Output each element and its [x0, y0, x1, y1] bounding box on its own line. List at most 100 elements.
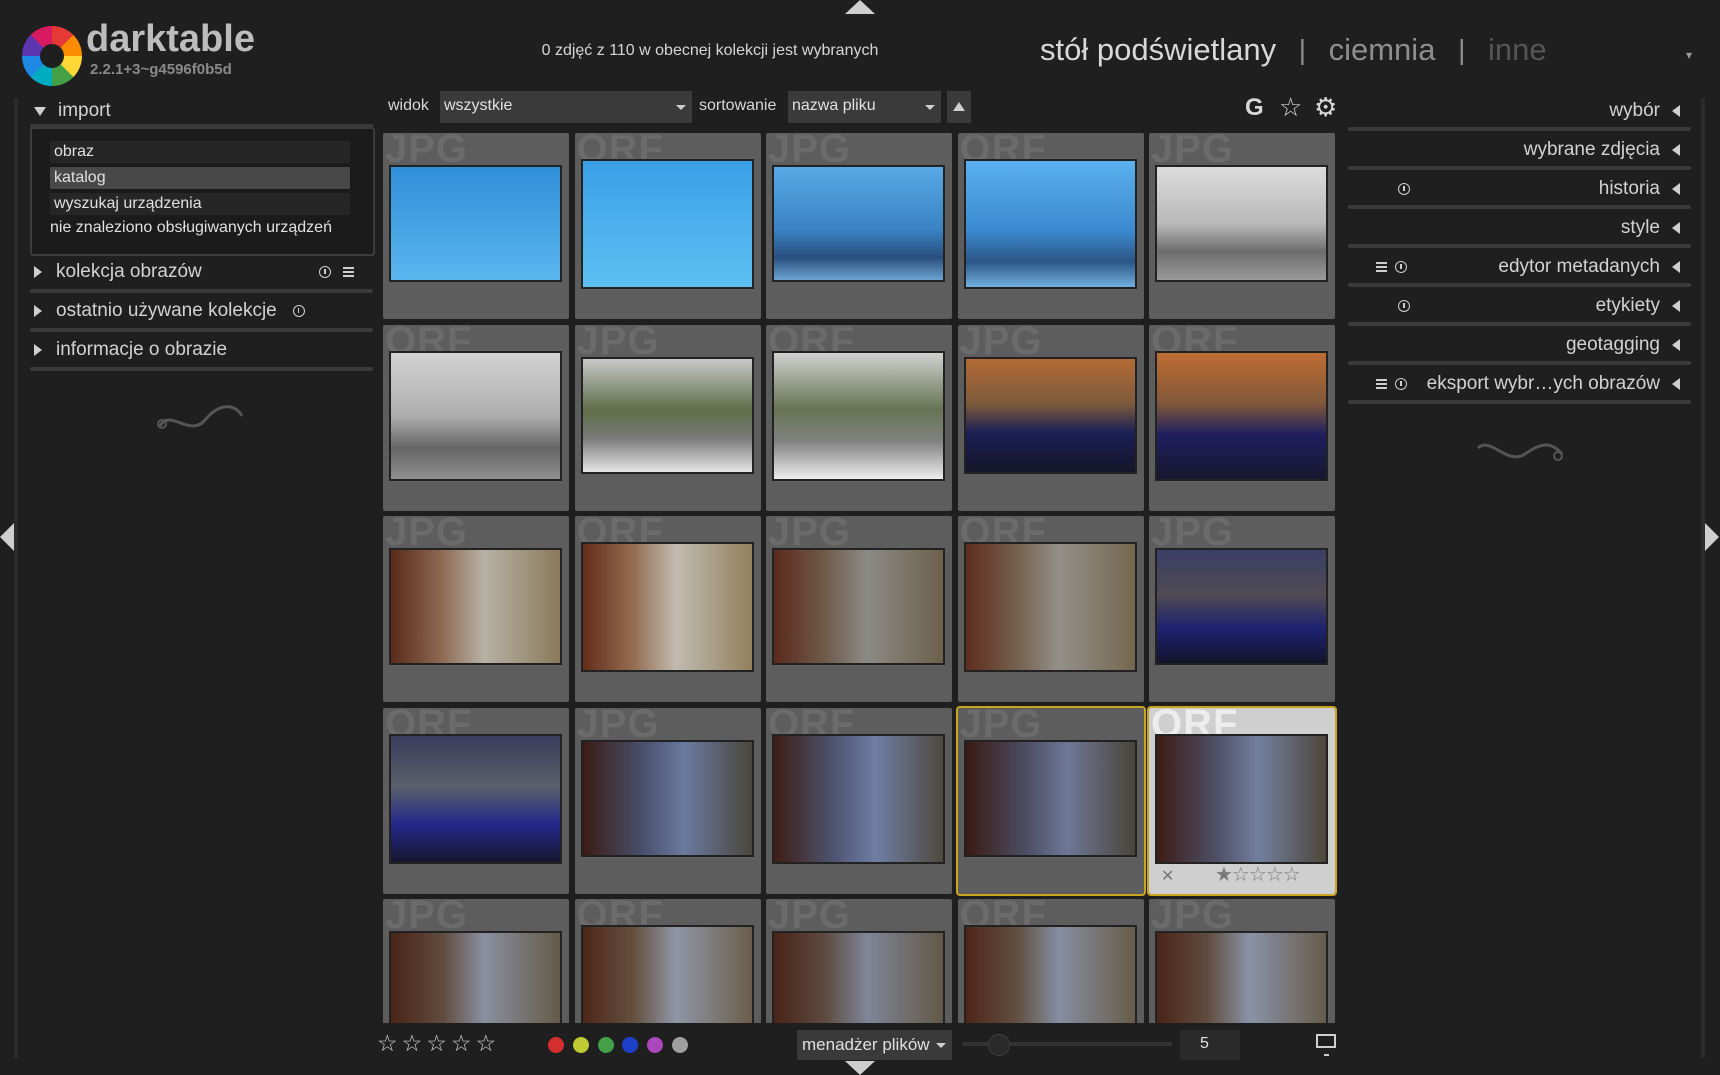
- view-other[interactable]: inne: [1488, 32, 1547, 68]
- thumbnail-image[interactable]: [1155, 733, 1328, 864]
- image-information-module-header[interactable]: informacje o obrazie: [34, 339, 227, 361]
- collections-module-header[interactable]: kolekcja obrazów: [34, 261, 354, 283]
- presets-icon[interactable]: [1376, 262, 1387, 272]
- thumbnail-cell[interactable]: JPG: [1149, 516, 1335, 702]
- thumbnail-image[interactable]: [580, 542, 754, 672]
- thumbnail-image[interactable]: [772, 548, 945, 665]
- tagging-module-header[interactable]: etykiety: [1350, 295, 1680, 317]
- thumbnail-image[interactable]: [772, 350, 945, 481]
- thumbnail-cell[interactable]: ORF: [957, 133, 1144, 319]
- thumbnail-image[interactable]: [772, 165, 945, 282]
- thumbnail-image[interactable]: [580, 925, 754, 1023]
- import-folder-button[interactable]: katalog: [50, 167, 350, 189]
- export-module-header[interactable]: eksport wybr…ych obrazów: [1350, 373, 1680, 395]
- zoom-slider-handle[interactable]: [988, 1034, 1010, 1056]
- thumbnail-image[interactable]: [389, 931, 562, 1023]
- thumbnail-image[interactable]: [963, 739, 1137, 857]
- thumbnail-cell[interactable]: JPG: [383, 133, 569, 319]
- sort-select[interactable]: nazwa pliku: [788, 91, 941, 123]
- thumbnail-cell[interactable]: JPG: [957, 324, 1144, 511]
- rating-filter-stars[interactable]: ☆☆☆☆☆: [377, 1030, 500, 1057]
- thumbnail-cell[interactable]: ORF: [957, 899, 1144, 1023]
- reset-icon[interactable]: [292, 305, 305, 317]
- overlays-star-icon[interactable]: ☆: [1279, 92, 1302, 123]
- reset-icon[interactable]: [319, 266, 331, 278]
- color-label-green[interactable]: [598, 1037, 614, 1053]
- thumbnail-image[interactable]: [963, 925, 1137, 1023]
- grouping-icon[interactable]: G: [1245, 94, 1264, 122]
- thumbnail-image[interactable]: [580, 159, 754, 289]
- reset-icon[interactable]: [1398, 300, 1410, 312]
- scan-devices-button[interactable]: wyszukaj urządzenia: [50, 193, 350, 215]
- import-module-header[interactable]: import: [34, 100, 111, 122]
- thumbnail-image[interactable]: [963, 542, 1137, 672]
- thumbnail-cell[interactable]: ORF: [766, 707, 952, 894]
- thumbnail-cell[interactable]: JPG: [574, 707, 761, 894]
- thumbnail-cell[interactable]: ORF: [957, 516, 1144, 702]
- color-label-red[interactable]: [548, 1037, 564, 1053]
- thumbnail-cell[interactable]: JPG: [1149, 899, 1335, 1023]
- monitor-icon[interactable]: [1316, 1034, 1336, 1056]
- thumbnail-image[interactable]: [580, 356, 754, 474]
- thumbnail-cell[interactable]: JPG: [383, 899, 569, 1023]
- thumbnail-cell[interactable]: JPG: [766, 899, 952, 1023]
- view-filter-select[interactable]: wszystkie: [440, 91, 692, 123]
- thumbnail-image[interactable]: [1155, 350, 1328, 481]
- selected-images-module-header[interactable]: wybrane zdjęcia: [1350, 139, 1680, 161]
- reset-icon[interactable]: [1395, 261, 1407, 273]
- color-label-purple[interactable]: [647, 1037, 663, 1053]
- color-label-clear[interactable]: [672, 1037, 688, 1053]
- recent-collections-module-header[interactable]: ostatnio używane kolekcje: [34, 300, 334, 322]
- thumbnail-cell[interactable]: ORF: [383, 707, 569, 894]
- right-panel-toggle-icon[interactable]: [1705, 523, 1719, 551]
- thumbnail-cell[interactable]: ORF: [1149, 324, 1335, 511]
- thumbnail-cell[interactable]: ORF: [574, 899, 761, 1023]
- thumbnail-image[interactable]: [389, 350, 562, 481]
- thumbnail-image[interactable]: [963, 356, 1137, 474]
- thumbnail-cell[interactable]: JPG: [766, 516, 952, 702]
- top-panel-toggle-icon[interactable]: [845, 0, 875, 14]
- thumbnail-rating-stars[interactable]: ★☆☆☆☆: [1215, 862, 1301, 887]
- thumbnail-image[interactable]: [1155, 548, 1328, 665]
- thumbnail-image[interactable]: [1155, 165, 1328, 282]
- sort-direction-icon[interactable]: [947, 91, 971, 123]
- bottom-panel-toggle-icon[interactable]: [845, 1061, 875, 1075]
- thumbnail-cell[interactable]: ORF: [383, 324, 569, 511]
- thumbnail-image[interactable]: [772, 733, 945, 864]
- zoom-entry[interactable]: 5: [1180, 1030, 1240, 1060]
- import-image-button[interactable]: obraz: [50, 141, 350, 163]
- thumbnail-image[interactable]: [389, 548, 562, 665]
- history-stack-module-header[interactable]: historia: [1350, 178, 1680, 200]
- thumbnail-cell[interactable]: JPG: [574, 324, 761, 511]
- thumbnail-image[interactable]: [1155, 931, 1328, 1023]
- thumbnail-image[interactable]: [389, 733, 562, 864]
- thumbnail-cell[interactable]: JPG: [1149, 133, 1335, 319]
- view-darkroom[interactable]: ciemnia: [1329, 32, 1436, 68]
- thumbnail-cell[interactable]: ORF: [574, 516, 761, 702]
- select-module-header[interactable]: wybór: [1350, 100, 1680, 122]
- thumbnail-cell[interactable]: JPG: [383, 516, 569, 702]
- metadata-editor-module-header[interactable]: edytor metadanych: [1350, 256, 1680, 278]
- reset-icon[interactable]: [1398, 183, 1410, 195]
- thumbnail-image[interactable]: [389, 165, 562, 282]
- thumbnail-grid[interactable]: JPG ORF JPG ORF JPG ORF JPG ORF JPG ORF JPG ORF JPG O…: [383, 133, 1337, 1023]
- reject-icon[interactable]: ✕: [1161, 866, 1174, 886]
- presets-icon[interactable]: [1376, 379, 1387, 389]
- thumbnail-cell[interactable]: ORF: [766, 324, 952, 511]
- reset-icon[interactable]: [1395, 378, 1407, 390]
- thumbnail-image[interactable]: [963, 159, 1137, 289]
- color-label-yellow[interactable]: [573, 1037, 589, 1053]
- presets-icon[interactable]: [343, 267, 354, 277]
- geotagging-module-header[interactable]: geotagging: [1350, 334, 1680, 356]
- thumbnail-image[interactable]: [772, 931, 945, 1023]
- thumbnail-cell[interactable]: JPG: [766, 133, 952, 319]
- thumbnail-cell[interactable]: ORF: [574, 133, 761, 319]
- thumbnail-image[interactable]: [580, 739, 754, 857]
- left-panel-toggle-icon[interactable]: [0, 523, 14, 551]
- preferences-gear-icon[interactable]: ⚙: [1314, 92, 1337, 123]
- color-label-blue[interactable]: [622, 1037, 638, 1053]
- thumbnail-cell[interactable]: ORF ✕ ★☆☆☆☆: [1147, 705, 1337, 896]
- layout-select[interactable]: menadżer plików: [797, 1030, 952, 1060]
- thumbnail-cell[interactable]: JPG: [955, 705, 1146, 896]
- view-lighttable[interactable]: stół podświetlany: [1040, 32, 1276, 68]
